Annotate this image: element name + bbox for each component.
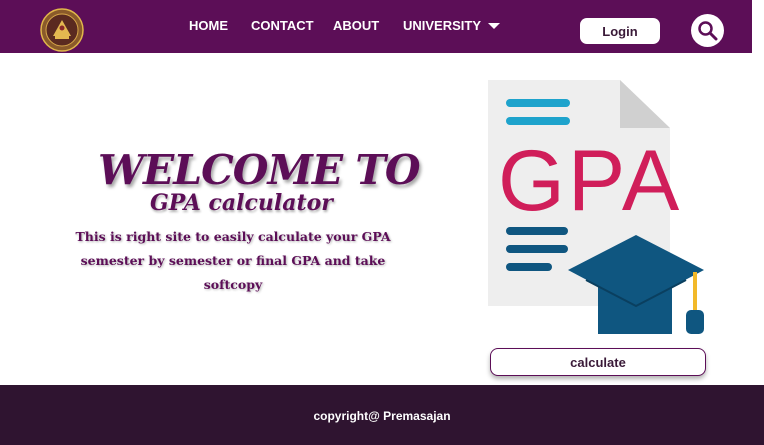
document-fold (620, 80, 670, 128)
hero-title: WELCOME TO (98, 146, 421, 194)
nav-university-label: UNIVERSITY (403, 18, 482, 33)
cap-tassel-string (693, 272, 697, 312)
gpa-document-graduation-cap-icon: GPA (488, 80, 704, 334)
search-icon (698, 21, 718, 41)
top-navbar: HOME CONTACT ABOUT UNIVERSITY Login (0, 0, 752, 53)
calculate-button[interactable]: calculate (490, 348, 706, 376)
gpa-graphic-text: GPA (498, 133, 682, 229)
university-emblem-icon[interactable] (40, 8, 84, 52)
document-line (506, 99, 570, 107)
document-line (506, 263, 552, 271)
nav-home-link[interactable]: HOME (189, 18, 228, 33)
login-button[interactable]: Login (580, 18, 660, 44)
caret-down-icon (488, 22, 501, 29)
copyright-text: copyright@ Premasajan (313, 409, 451, 423)
document-line (506, 245, 568, 253)
document-line (506, 227, 568, 235)
hero-description: This is right site to easily calculate y… (75, 229, 391, 292)
search-button[interactable] (691, 14, 724, 47)
nav-university-dropdown[interactable]: UNIVERSITY (403, 18, 501, 33)
document-line (506, 117, 570, 125)
footer: copyright@ Premasajan (0, 385, 764, 445)
cap-tassel (686, 310, 704, 334)
nav-contact-link[interactable]: CONTACT (251, 18, 314, 33)
hero-subtitle: GPA calculator (150, 190, 333, 216)
nav-about-link[interactable]: ABOUT (333, 18, 379, 33)
